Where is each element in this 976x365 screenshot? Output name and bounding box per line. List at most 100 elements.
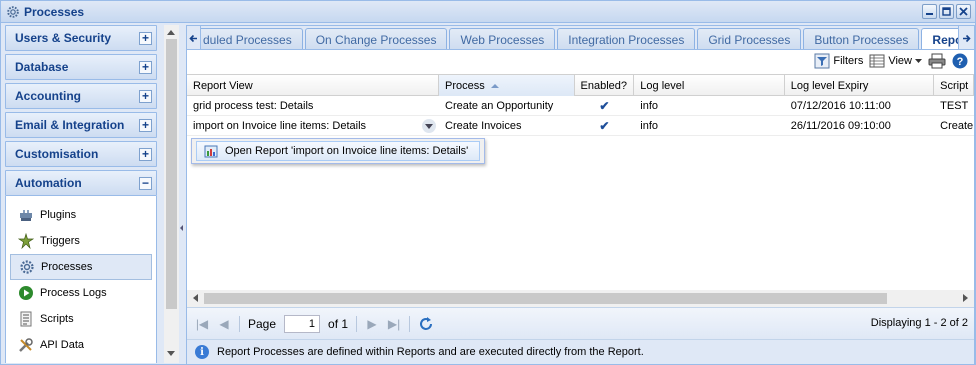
cell-log-level: info: [640, 100, 659, 112]
filter-icon: [814, 53, 830, 69]
cell-enabled-check: ✔: [599, 99, 610, 113]
tab-web-processes[interactable]: Web Processes: [449, 28, 556, 49]
column-header-enabled[interactable]: Enabled?: [575, 75, 635, 96]
grid-horizontal-scrollbar[interactable]: [187, 290, 974, 307]
column-header-log-level[interactable]: Log level: [634, 75, 785, 96]
tab-button-processes[interactable]: Button Processes: [803, 28, 920, 49]
table-row[interactable]: grid process test: Details Create an Opp…: [187, 96, 974, 116]
expand-icon[interactable]: +: [139, 147, 152, 161]
open-report-menu-item[interactable]: Open Report 'import on Invoice line item…: [196, 141, 480, 161]
gear-icon: [20, 260, 34, 274]
panel-splitter[interactable]: [179, 25, 186, 363]
collapse-arrow-icon[interactable]: [180, 225, 183, 231]
tab-label: On Change Processes: [315, 32, 437, 47]
minimize-button[interactable]: [922, 4, 937, 19]
info-icon: i: [195, 345, 209, 359]
sidebar-section-accounting[interactable]: Accounting +: [5, 83, 157, 109]
cell-process: Create an Opportunity: [445, 100, 554, 112]
table-view-icon: [869, 54, 885, 68]
sidebar-section-automation[interactable]: Automation −: [5, 170, 157, 196]
expand-icon[interactable]: +: [139, 118, 152, 132]
sidebar-item-triggers[interactable]: Triggers: [10, 228, 152, 254]
expand-icon[interactable]: +: [139, 60, 152, 74]
column-label: Script: [940, 79, 969, 92]
column-header-log-level-expiry[interactable]: Log level Expiry: [785, 75, 935, 96]
sidebar-item-label: Processes: [41, 261, 93, 273]
collapse-icon[interactable]: −: [139, 176, 152, 190]
toolbar-actions: Filters View ?: [814, 53, 968, 69]
arrow-left-icon: [189, 34, 197, 42]
prev-page-button[interactable]: ◀: [217, 317, 231, 331]
cell-text: import on Invoice line items: Details: [193, 120, 367, 132]
grid-header: Report View Process Enabled? Log level L…: [187, 75, 974, 96]
tab-integration-processes[interactable]: Integration Processes: [557, 28, 696, 49]
column-header-report-view[interactable]: Report View: [187, 75, 440, 96]
sidebar-item-label: API Data: [40, 339, 85, 351]
chevron-down-icon: [425, 123, 434, 129]
displaying-count: Displaying 1 - 2 of 2: [870, 317, 968, 329]
column-label: Enabled?: [580, 79, 628, 92]
gear-icon: [7, 5, 19, 18]
sidebar-item-label: Scripts: [40, 313, 74, 325]
next-page-button[interactable]: ▶: [365, 317, 379, 331]
sidebar-item-processes[interactable]: Processes: [10, 254, 152, 280]
sidebar-scrollbar[interactable]: [164, 25, 179, 363]
section-label: Database: [15, 60, 69, 74]
close-button[interactable]: [956, 4, 971, 19]
sidebar: Users & Security + Database + Accounting + …: [5, 25, 157, 363]
main-panel: duled Processes On Change Processes Web …: [186, 25, 975, 365]
column-header-script[interactable]: Script: [934, 75, 974, 96]
first-page-button[interactable]: |◀: [195, 317, 209, 331]
scrollbar-thumb[interactable]: [166, 39, 177, 309]
tab-grid-processes[interactable]: Grid Processes: [697, 28, 802, 49]
page-number-input[interactable]: [284, 314, 321, 333]
tab-scheduled-processes[interactable]: duled Processes: [187, 28, 303, 49]
app-window: Processes Users & Security + Database + Ac…: [0, 0, 976, 365]
sidebar-item-process-logs[interactable]: Process Logs: [10, 280, 152, 306]
sidebar-item-label: Triggers: [40, 235, 80, 247]
scroll-down-icon[interactable]: [167, 351, 175, 356]
page-count-label: of 1: [328, 316, 349, 331]
print-button[interactable]: [928, 53, 946, 69]
sidebar-section-email-integration[interactable]: Email & Integration +: [5, 112, 157, 138]
sidebar-item-scripts[interactable]: Scripts: [10, 306, 152, 332]
scroll-up-icon[interactable]: [167, 30, 175, 35]
scroll-left-icon[interactable]: [192, 294, 200, 302]
cell-script: Create: [940, 120, 974, 132]
script-icon: [20, 311, 32, 327]
column-label: Report View: [193, 79, 253, 92]
filters-label: Filters: [833, 55, 864, 67]
refresh-icon[interactable]: [418, 316, 434, 332]
sidebar-section-users-security[interactable]: Users & Security +: [5, 25, 157, 51]
row-action-button[interactable]: [422, 119, 437, 133]
help-button[interactable]: ?: [952, 53, 968, 69]
filters-button[interactable]: Filters: [814, 53, 863, 69]
sort-ascending-icon: [490, 83, 499, 88]
sidebar-section-customisation[interactable]: Customisation +: [5, 141, 157, 167]
cell-log-level: info: [640, 120, 659, 132]
menu-item-label: Open Report 'import on Invoice line item…: [225, 145, 469, 157]
expand-icon[interactable]: +: [139, 31, 152, 45]
printer-icon: [928, 53, 946, 69]
table-row[interactable]: import on Invoice line items: Details Cr…: [187, 116, 974, 136]
tab-scroll-left[interactable]: [187, 26, 201, 49]
column-header-process[interactable]: Process: [439, 75, 575, 96]
maximize-button[interactable]: [939, 4, 954, 19]
sidebar-section-database[interactable]: Database +: [5, 54, 157, 80]
scroll-right-icon[interactable]: [961, 294, 969, 302]
sidebar-item-api-data[interactable]: API Data: [10, 332, 152, 358]
tab-strip: duled Processes On Change Processes Web …: [187, 26, 974, 50]
sidebar-item-label: Process Logs: [40, 287, 107, 299]
section-label: Users & Security: [15, 31, 112, 45]
last-page-button[interactable]: ▶|: [387, 317, 401, 331]
expand-icon[interactable]: +: [139, 89, 152, 103]
help-icon: ?: [952, 53, 968, 69]
scrollbar-thumb[interactable]: [204, 293, 887, 304]
tab-scroll-right[interactable]: [958, 26, 974, 49]
arrow-right-icon: [963, 34, 971, 42]
tab-on-change-processes[interactable]: On Change Processes: [304, 28, 448, 49]
view-button[interactable]: View: [869, 54, 922, 68]
tab-label: Button Processes: [814, 32, 909, 47]
sidebar-item-plugins[interactable]: Plugins: [10, 202, 152, 228]
column-label: Log level: [640, 79, 685, 92]
